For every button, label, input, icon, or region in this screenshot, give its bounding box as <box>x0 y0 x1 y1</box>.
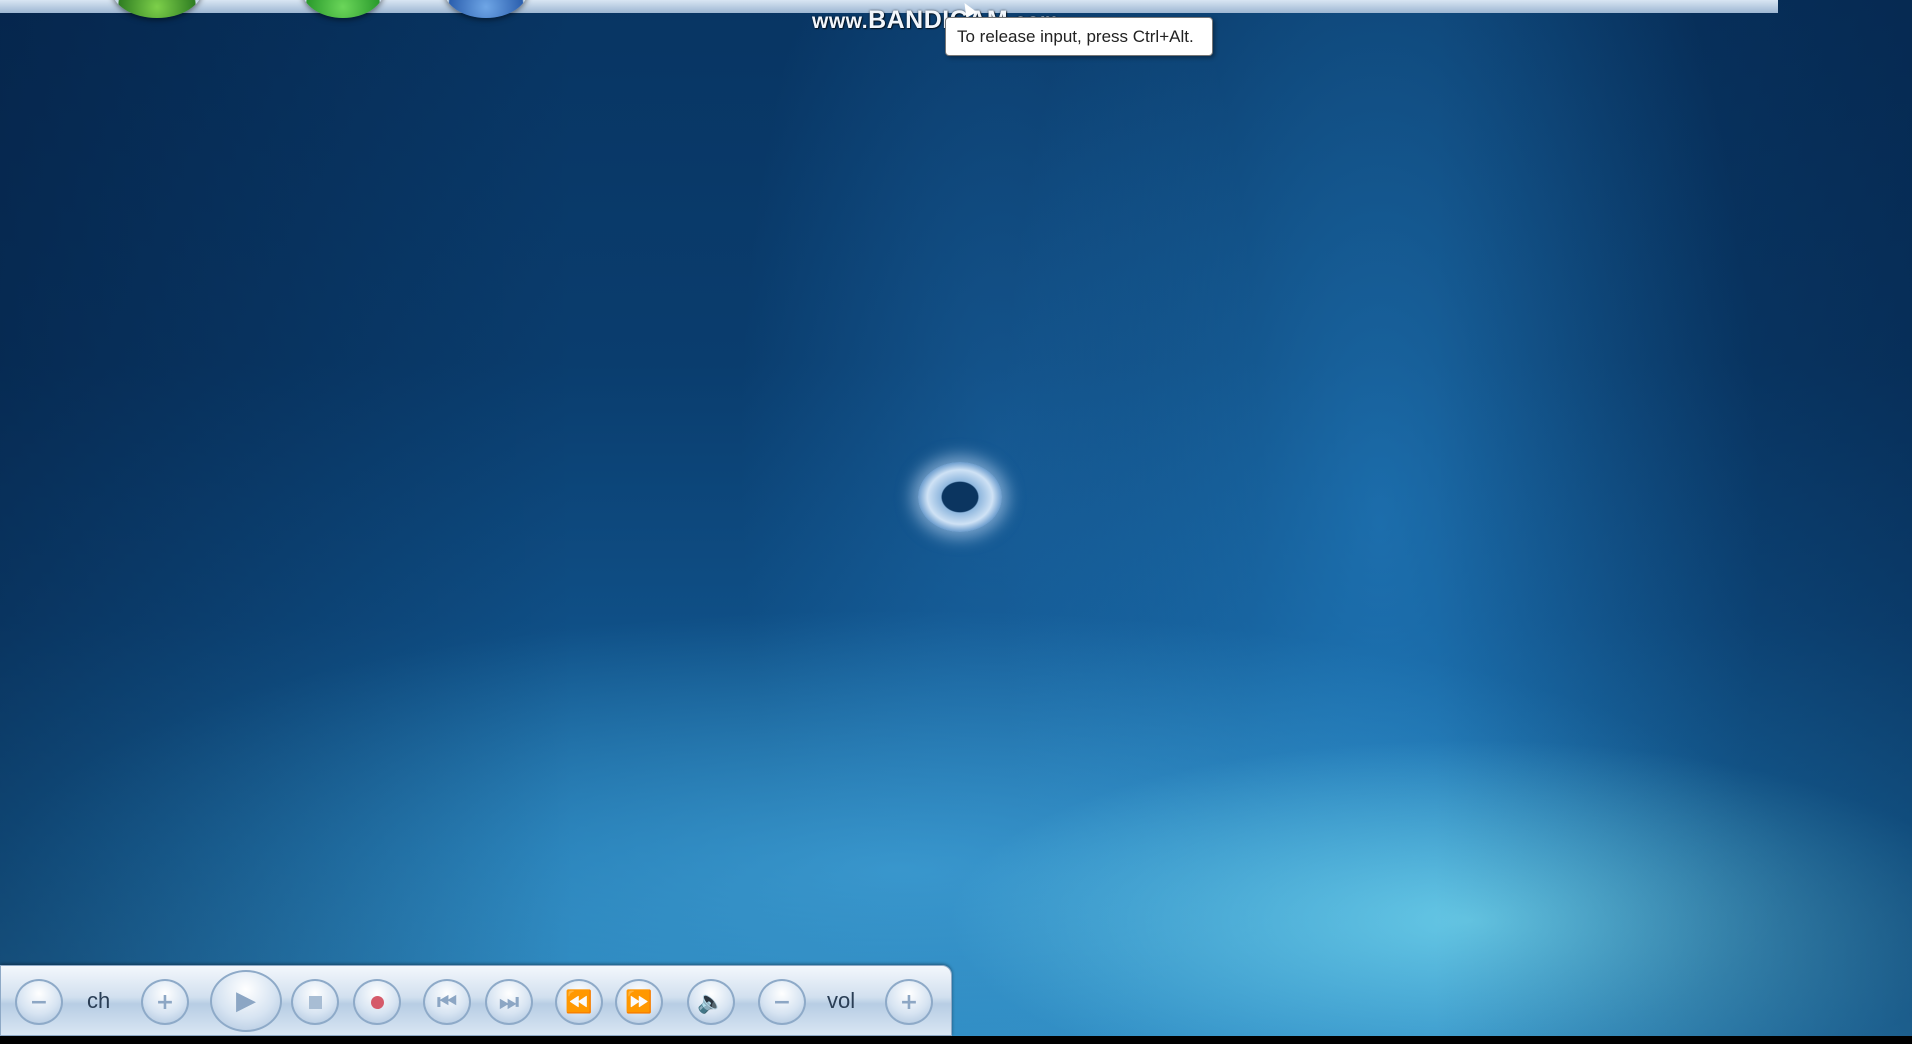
windows-flag-icon[interactable] <box>112 0 202 18</box>
volume-label: vol <box>827 988 856 1013</box>
stop-icon <box>308 995 322 1009</box>
screen-bottom-border <box>0 1036 1912 1044</box>
back-arrow-icon[interactable] <box>302 0 384 18</box>
skip-back-icon: ⏮ <box>437 989 457 1015</box>
mute-button[interactable]: 🔈 <box>687 979 735 1025</box>
speaker-icon: 🔈 <box>697 989 725 1015</box>
record-button[interactable] <box>353 979 401 1025</box>
plus-icon: + <box>899 989 919 1015</box>
play-button[interactable]: ▶ <box>210 970 282 1032</box>
transport-controls-bar: − ch + ▶ ⏮ ⏭ ⏪ ⏩ 🔈 − vol + <box>0 965 952 1036</box>
channel-up-button[interactable]: + <box>141 979 189 1025</box>
help-icon[interactable] <box>444 0 528 18</box>
loading-spinner-icon <box>918 462 1002 532</box>
previous-button[interactable]: ⏮ <box>423 979 471 1025</box>
rewind-button[interactable]: ⏪ <box>555 979 603 1025</box>
minus-icon: − <box>772 989 792 1015</box>
channel-label: ch <box>87 988 111 1013</box>
record-icon <box>370 995 384 1009</box>
volume-up-button[interactable]: + <box>885 979 933 1025</box>
fast-forward-icon: ⏩ <box>625 989 653 1015</box>
minus-icon: − <box>29 989 49 1015</box>
volume-down-button[interactable]: − <box>758 979 806 1025</box>
plus-icon: + <box>155 989 175 1015</box>
fast-forward-button[interactable]: ⏩ <box>615 979 663 1025</box>
watermark-prefix: www. <box>812 10 869 33</box>
play-icon: ▶ <box>236 986 256 1016</box>
media-center-screen: www.BANDICAM.com To release input, press… <box>0 0 1912 1036</box>
stop-button[interactable] <box>291 979 339 1025</box>
next-button[interactable]: ⏭ <box>485 979 533 1025</box>
rewind-icon: ⏪ <box>565 989 593 1015</box>
channel-down-button[interactable]: − <box>15 979 63 1025</box>
skip-forward-icon: ⏭ <box>499 989 519 1015</box>
release-input-tooltip: To release input, press Ctrl+Alt. <box>945 17 1213 56</box>
